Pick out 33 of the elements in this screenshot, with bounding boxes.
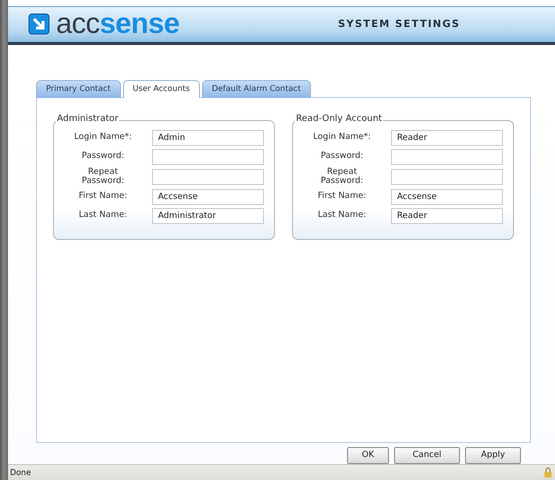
input-field[interactable] [391, 168, 503, 185]
field-label: Password: [320, 152, 364, 162]
field-label: Last Name: [316, 211, 368, 220]
input-field[interactable]: Administrator [152, 208, 264, 224]
logo-icon [28, 13, 50, 36]
input-field[interactable] [152, 148, 264, 165]
field-label: Repeat Password: [320, 168, 364, 186]
logo-text: accsense [56, 9, 180, 40]
tab[interactable]: Primary Contact [36, 80, 121, 98]
field-label: Repeat Password: [80, 168, 126, 186]
field-label: Password: [80, 152, 126, 162]
input-field[interactable]: Reader [391, 208, 503, 224]
input-field[interactable]: Accsense [152, 188, 264, 205]
input-field[interactable]: Accsense [391, 188, 503, 205]
lock-icon [544, 466, 552, 478]
field-label: Last Name: [78, 211, 128, 220]
field-label: Login Name*: [73, 133, 133, 142]
dialog-button[interactable]: Cancel [394, 446, 460, 464]
input-field[interactable]: Reader [391, 130, 503, 146]
dialog-button[interactable]: Apply [465, 446, 521, 464]
group-legend: Administrator [56, 114, 120, 124]
input-field[interactable] [391, 148, 503, 165]
input-field[interactable] [152, 168, 264, 185]
field-label: First Name: [78, 192, 128, 202]
page-title: SYSTEM SETTINGS [338, 18, 460, 30]
input-field[interactable]: Admin [152, 130, 264, 146]
tab[interactable]: User Accounts [122, 80, 200, 98]
status-text: Done [10, 468, 32, 477]
field-label: First Name: [316, 192, 368, 202]
group-legend: Read-Only Account [295, 114, 383, 124]
tab[interactable]: Default Alarm Contact [202, 80, 311, 98]
dialog-button[interactable]: OK [347, 446, 389, 464]
field-label: Login Name*: [312, 133, 372, 142]
